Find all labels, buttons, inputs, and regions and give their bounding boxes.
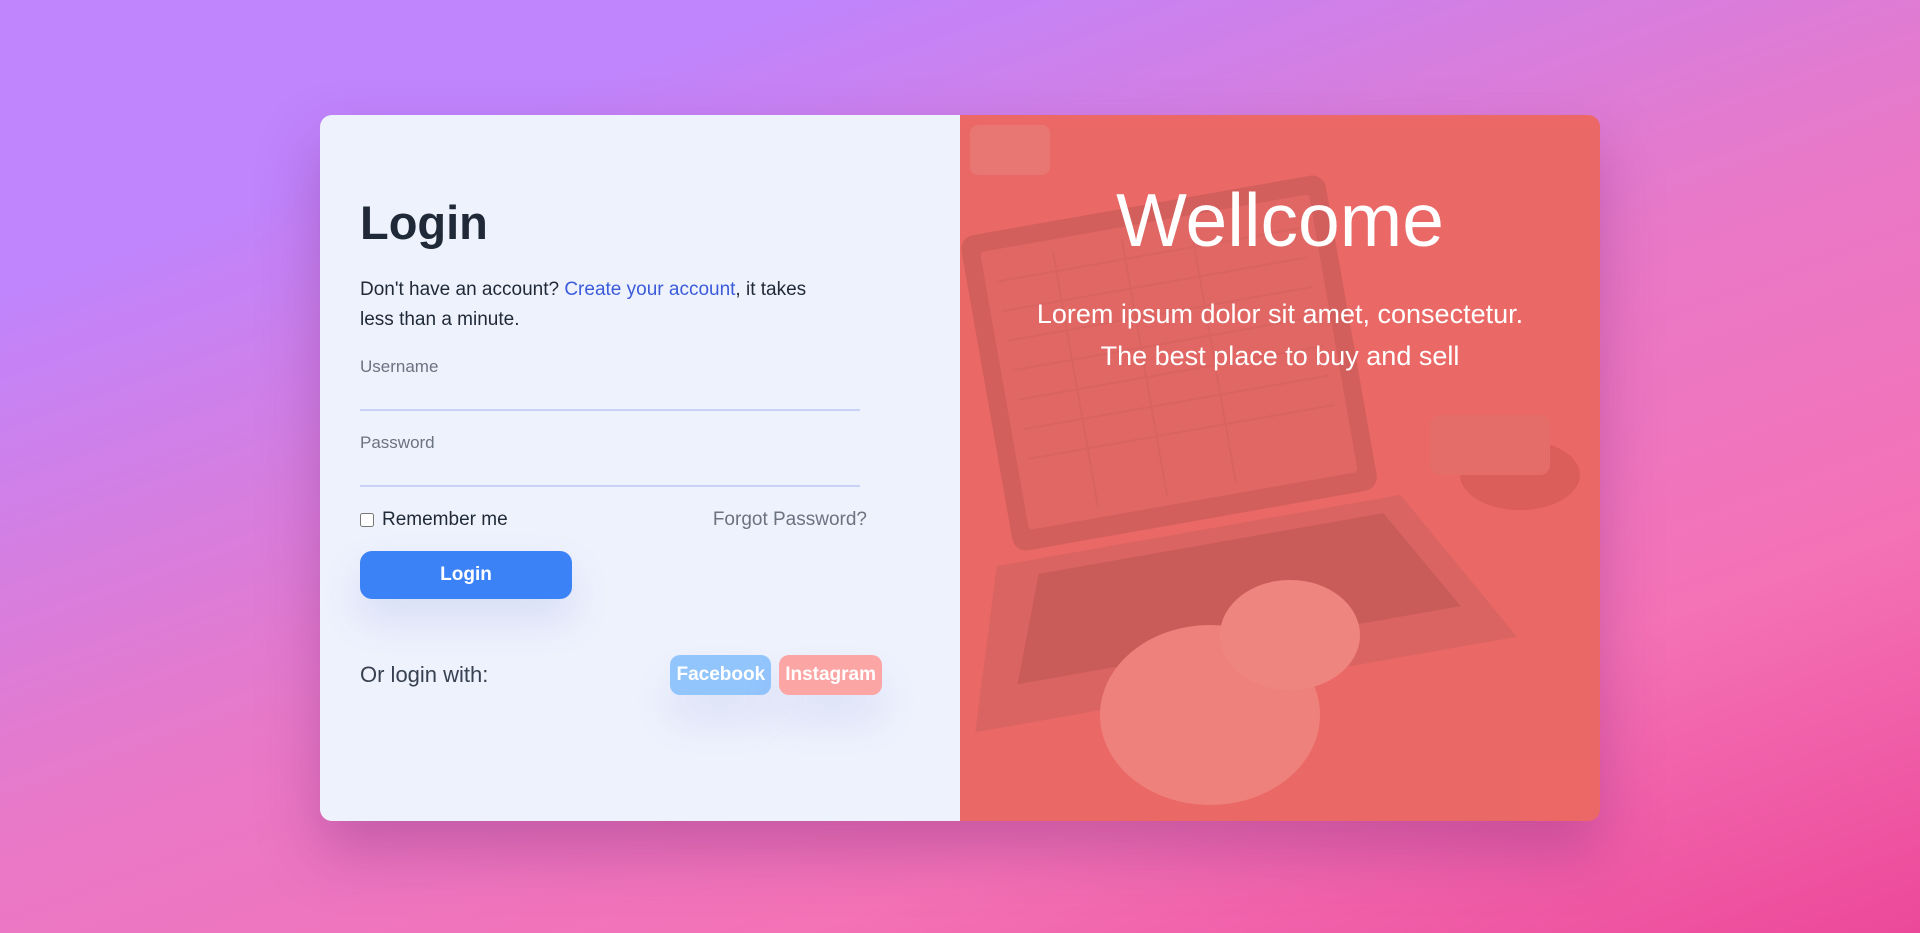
password-label: Password [360, 433, 435, 453]
instagram-login-button[interactable]: Instagram [779, 655, 882, 696]
welcome-tagline-line1: Lorem ipsum dolor sit amet, consectetur. [1036, 299, 1524, 329]
signup-prompt: Don't have an account? Create your accou… [360, 275, 840, 335]
username-group: Username [360, 357, 860, 412]
welcome-title: Wellcome [1116, 178, 1444, 262]
facebook-login-button[interactable]: Facebook [670, 655, 772, 696]
welcome-tagline-line2: The best place to buy and sell [1100, 341, 1460, 371]
social-login-row: Or login with: Facebook Instagram [360, 655, 882, 696]
welcome-tagline: Lorem ipsum dolor sit amet, consectetur.… [960, 293, 1600, 377]
remember-label: Remember me [382, 509, 508, 531]
welcome-panel: Wellcome Lorem ipsum dolor sit amet, con… [960, 115, 1600, 821]
social-login-label: Or login with: [360, 662, 489, 688]
create-account-link[interactable]: Create your account [564, 279, 735, 300]
login-button[interactable]: Login [360, 551, 572, 600]
welcome-content: Wellcome Lorem ipsum dolor sit amet, con… [960, 115, 1600, 377]
social-buttons: Facebook Instagram [670, 655, 882, 696]
login-card: Login Don't have an account? Create your… [320, 115, 1600, 821]
login-panel: Login Don't have an account? Create your… [320, 115, 960, 821]
remember-checkbox[interactable] [360, 513, 374, 528]
username-label: Username [360, 357, 439, 377]
remember-row: Remember me Forgot Password? [360, 509, 867, 531]
forgot-password-link[interactable]: Forgot Password? [713, 509, 867, 531]
page-title: Login [360, 196, 488, 249]
remember-me[interactable]: Remember me [360, 509, 508, 531]
signup-prompt-prefix: Don't have an account? [360, 279, 565, 301]
username-input[interactable] [360, 377, 860, 412]
password-input[interactable] [360, 453, 860, 488]
password-group: Password [360, 433, 860, 488]
